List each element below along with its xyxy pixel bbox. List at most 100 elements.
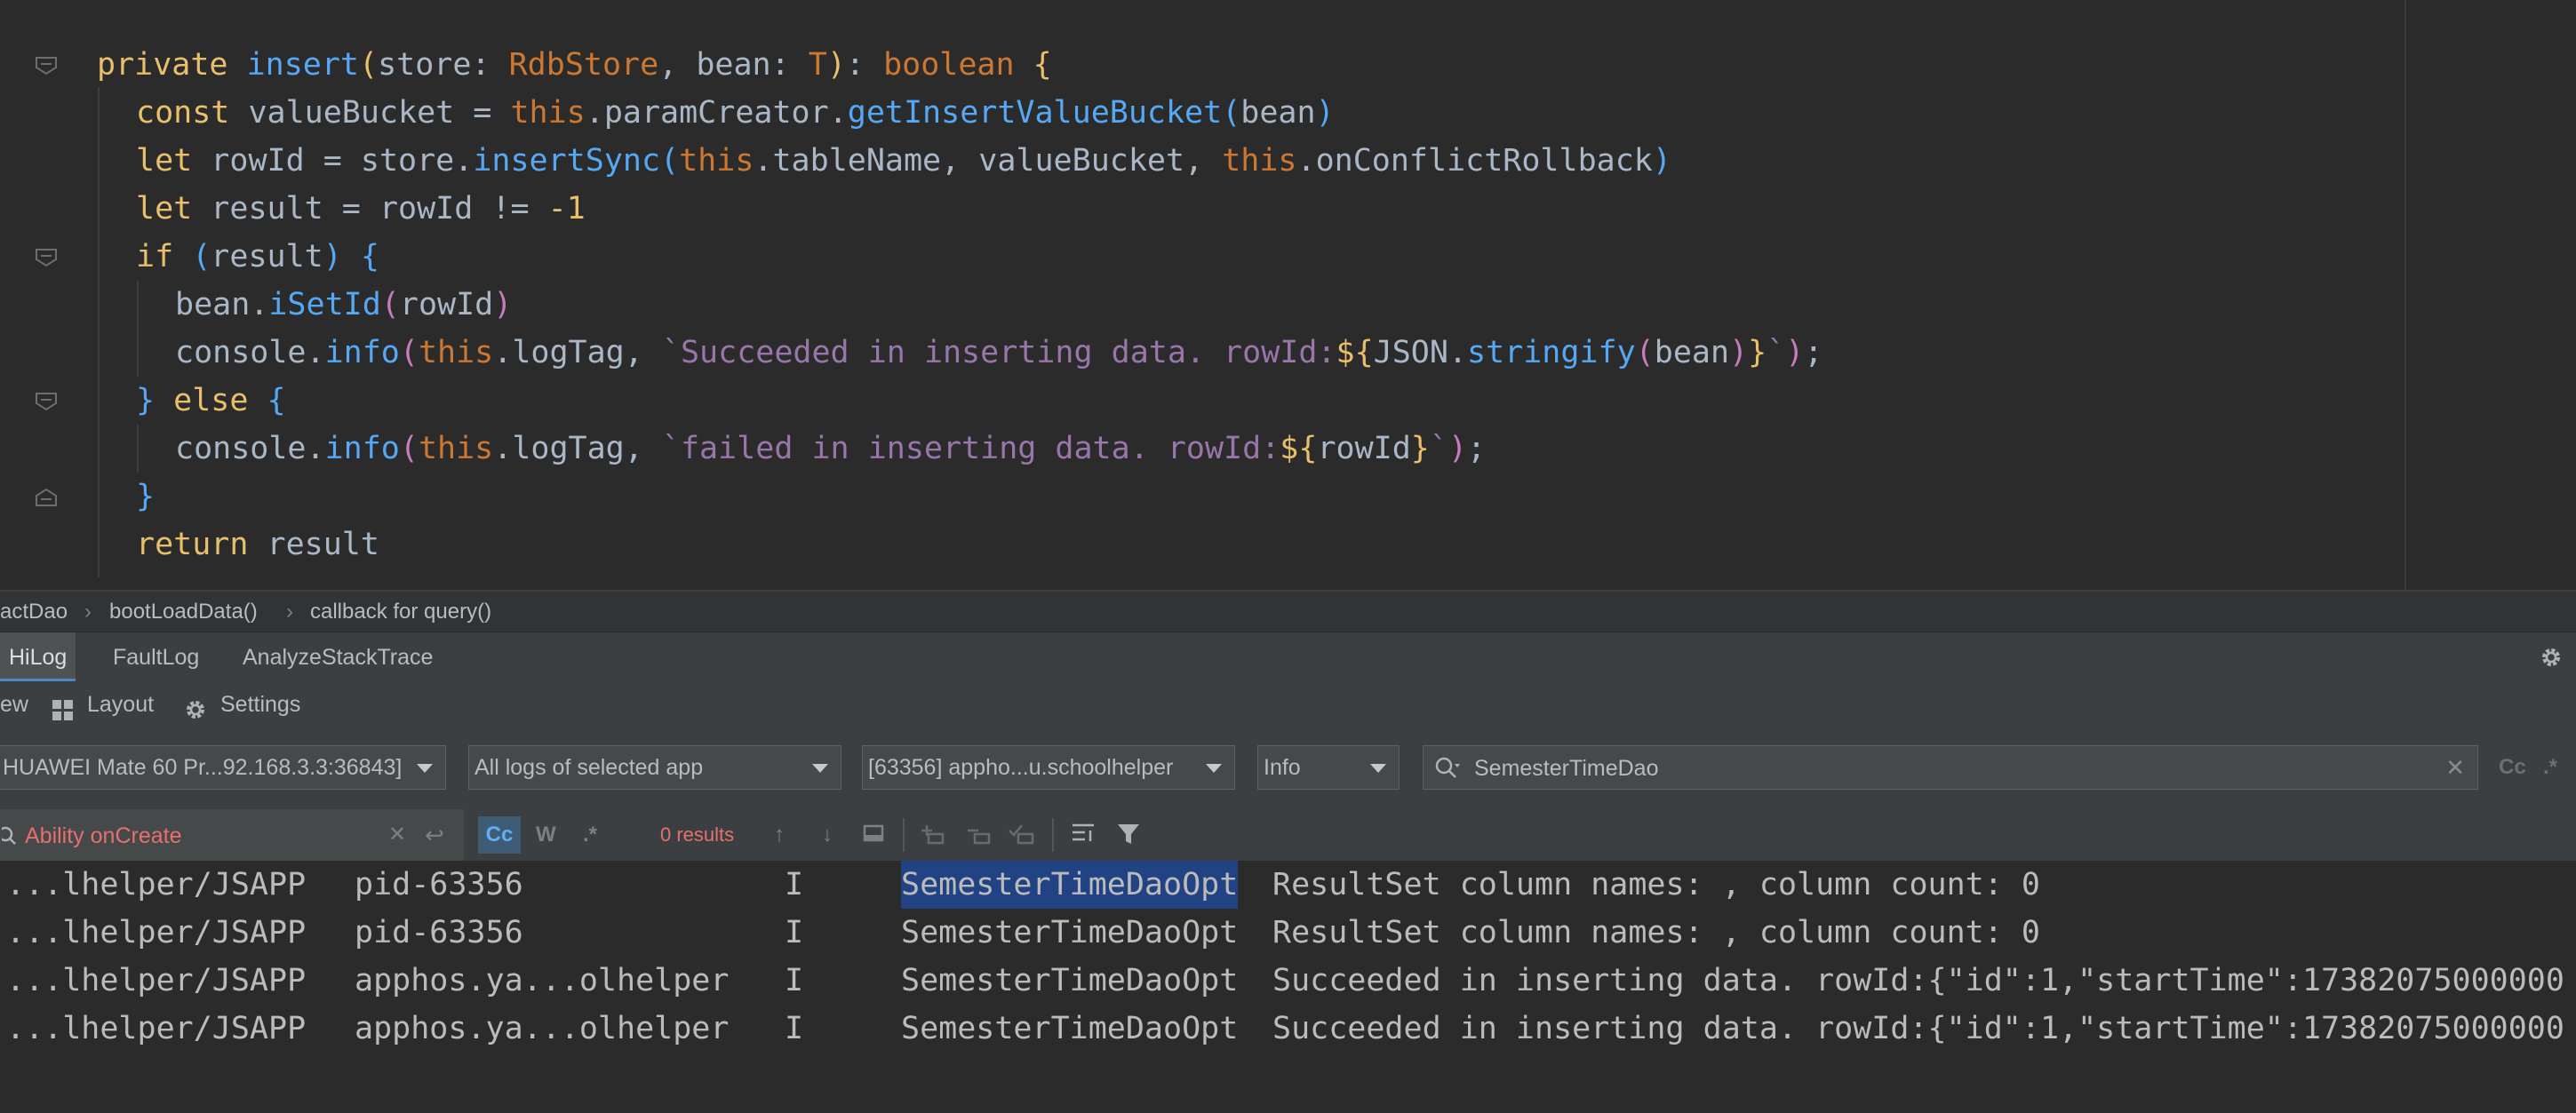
- format-lines-icon[interactable]: [1070, 822, 1097, 848]
- code-line: return result: [136, 521, 379, 568]
- settings-button[interactable]: Settings: [220, 681, 300, 727]
- toolbar-divider: [1052, 818, 1054, 852]
- ability-filter-input[interactable]: [23, 814, 382, 858]
- log-row[interactable]: ...lhelper/JSAPP apphos.ya...olhelper I …: [0, 1005, 2576, 1053]
- ability-filter-field[interactable]: ✕ ↩: [0, 809, 464, 861]
- code-token: (: [660, 143, 680, 179]
- code-token: insert: [246, 47, 360, 83]
- log-scope-select[interactable]: All logs of selected app: [468, 745, 841, 790]
- fold-collapse-icon[interactable]: [34, 391, 59, 412]
- settings-icon[interactable]: [183, 692, 208, 719]
- breadcrumb-item[interactable]: callback for query(): [310, 592, 491, 632]
- clear-search-icon[interactable]: ✕: [2445, 755, 2465, 780]
- code-token: RdbStore: [508, 47, 659, 83]
- code-token: ): [1729, 335, 1749, 370]
- fold-collapse-icon[interactable]: [34, 55, 59, 76]
- fold-expand-end-icon[interactable]: [34, 487, 59, 508]
- tab-analyzestacktrace[interactable]: AnalyzeStackTrace: [243, 632, 433, 682]
- log-row[interactable]: ...lhelper/JSAPP pid-63356 I SemesterTim…: [0, 909, 2576, 957]
- code-token: :: [845, 47, 884, 83]
- code-token: `Succeeded in inserting data. rowId:: [661, 335, 1336, 370]
- code-token: ${: [1336, 335, 1374, 370]
- search-input[interactable]: [1472, 746, 2418, 791]
- log-output[interactable]: ...lhelper/JSAPP pid-63356 I SemesterTim…: [0, 861, 2576, 1113]
- arrow-down-icon[interactable]: ↓: [814, 822, 841, 848]
- log-message: ResultSet column names: , column count: …: [1272, 867, 2040, 902]
- wrap-icon[interactable]: ↩: [425, 822, 444, 848]
- code-token: (: [399, 431, 419, 466]
- layout-icon[interactable]: [52, 692, 76, 720]
- log-toolbar: ew Layout Settings: [0, 681, 2576, 727]
- device-select[interactable]: HUAWEI Mate 60 Pr...92.168.3.3:36843]: [0, 745, 446, 790]
- code-token: JSON.: [1373, 335, 1468, 370]
- regex-toggle[interactable]: .*: [583, 816, 597, 854]
- log-tag: ...lhelper/JSAPP: [6, 915, 307, 950]
- code-token: ): [493, 287, 513, 322]
- code-token: ): [1652, 143, 1671, 179]
- select-all-occurrences-icon[interactable]: [860, 822, 887, 848]
- code-token: T: [808, 47, 827, 83]
- breadcrumb-separator: ›: [84, 600, 92, 624]
- code-token: `: [1767, 335, 1786, 370]
- indent-guide: [137, 425, 139, 473]
- code-token: if: [136, 239, 193, 274]
- breadcrumb-item[interactable]: actDao: [0, 592, 68, 632]
- code-token: ): [1315, 95, 1335, 131]
- code-token: info: [324, 335, 400, 370]
- code-token: this: [679, 143, 754, 179]
- code-token: return: [136, 527, 267, 562]
- tab-hilog[interactable]: HiLog: [0, 632, 76, 682]
- code-token: this: [510, 95, 586, 131]
- code-token: let: [136, 143, 211, 179]
- code-token: ): [826, 47, 846, 83]
- remove-occurrence-icon[interactable]: [965, 822, 992, 848]
- log-message: ResultSet column names: , column count: …: [1272, 915, 2040, 950]
- breadcrumb: actDao › bootLoadData() › callback for q…: [0, 590, 2576, 632]
- chevron-down-icon: [812, 764, 828, 773]
- log-domain: SemesterTimeDaoOpt: [901, 915, 1239, 950]
- process-select[interactable]: [63356] appho...u.schoolhelper: [862, 745, 1235, 790]
- code-token: getInsertValueBucket: [847, 95, 1223, 131]
- code-line: }: [136, 473, 155, 521]
- code-token: (: [1635, 335, 1655, 370]
- gear-icon[interactable]: [2539, 645, 2564, 670]
- fold-collapse-icon[interactable]: [34, 247, 59, 268]
- device-select-value: HUAWEI Mate 60 Pr...92.168.3.3:36843]: [3, 755, 403, 780]
- code-line: console.info(this.logTag, `Succeeded in …: [175, 329, 1822, 377]
- code-token: store:: [378, 47, 509, 83]
- code-token: .tableName, valueBucket,: [754, 143, 1223, 179]
- view-button[interactable]: ew: [0, 681, 28, 727]
- search-box[interactable]: ✕: [1423, 745, 2478, 791]
- code-token: stringify: [1467, 335, 1636, 370]
- code-token: this: [1222, 143, 1297, 179]
- add-occurrence-icon[interactable]: [919, 822, 945, 848]
- log-tag: ...lhelper/JSAPP: [6, 963, 307, 998]
- filter-icon[interactable]: [1115, 822, 1142, 848]
- log-row[interactable]: ...lhelper/JSAPP apphos.ya...olhelper I …: [0, 957, 2576, 1005]
- code-line: let result = rowId != -1: [136, 185, 586, 233]
- code-token: }: [136, 479, 156, 514]
- log-level: I: [785, 963, 804, 998]
- match-case-toggle[interactable]: Cc: [478, 816, 521, 854]
- code-token: `failed in inserting data. rowId:: [661, 431, 1280, 466]
- arrow-up-icon[interactable]: ↑: [766, 822, 793, 848]
- layout-button[interactable]: Layout: [87, 681, 154, 727]
- code-token: ): [1448, 431, 1468, 466]
- whole-word-toggle[interactable]: W: [536, 816, 556, 854]
- tab-faultlog[interactable]: FaultLog: [113, 632, 199, 682]
- breadcrumb-item[interactable]: bootLoadData(): [109, 592, 258, 632]
- clear-filter-icon[interactable]: ✕: [388, 822, 406, 848]
- code-token: let: [136, 191, 211, 227]
- chevron-down-icon: [1206, 764, 1222, 773]
- log-level-select[interactable]: Info: [1257, 745, 1400, 790]
- regex-button[interactable]: .*: [2543, 745, 2557, 790]
- log-pid: apphos.ya...olhelper: [355, 1011, 730, 1046]
- code-token: {: [1033, 47, 1052, 83]
- code-token: rowId: [399, 287, 494, 322]
- select-all-icon[interactable]: [1008, 822, 1034, 848]
- log-row[interactable]: ...lhelper/JSAPP pid-63356 I SemesterTim…: [0, 861, 2576, 909]
- code-editor[interactable]: private insert(store: RdbStore, bean: T)…: [0, 0, 2576, 590]
- match-case-button[interactable]: Cc: [2499, 745, 2526, 790]
- code-token: insertSync: [473, 143, 661, 179]
